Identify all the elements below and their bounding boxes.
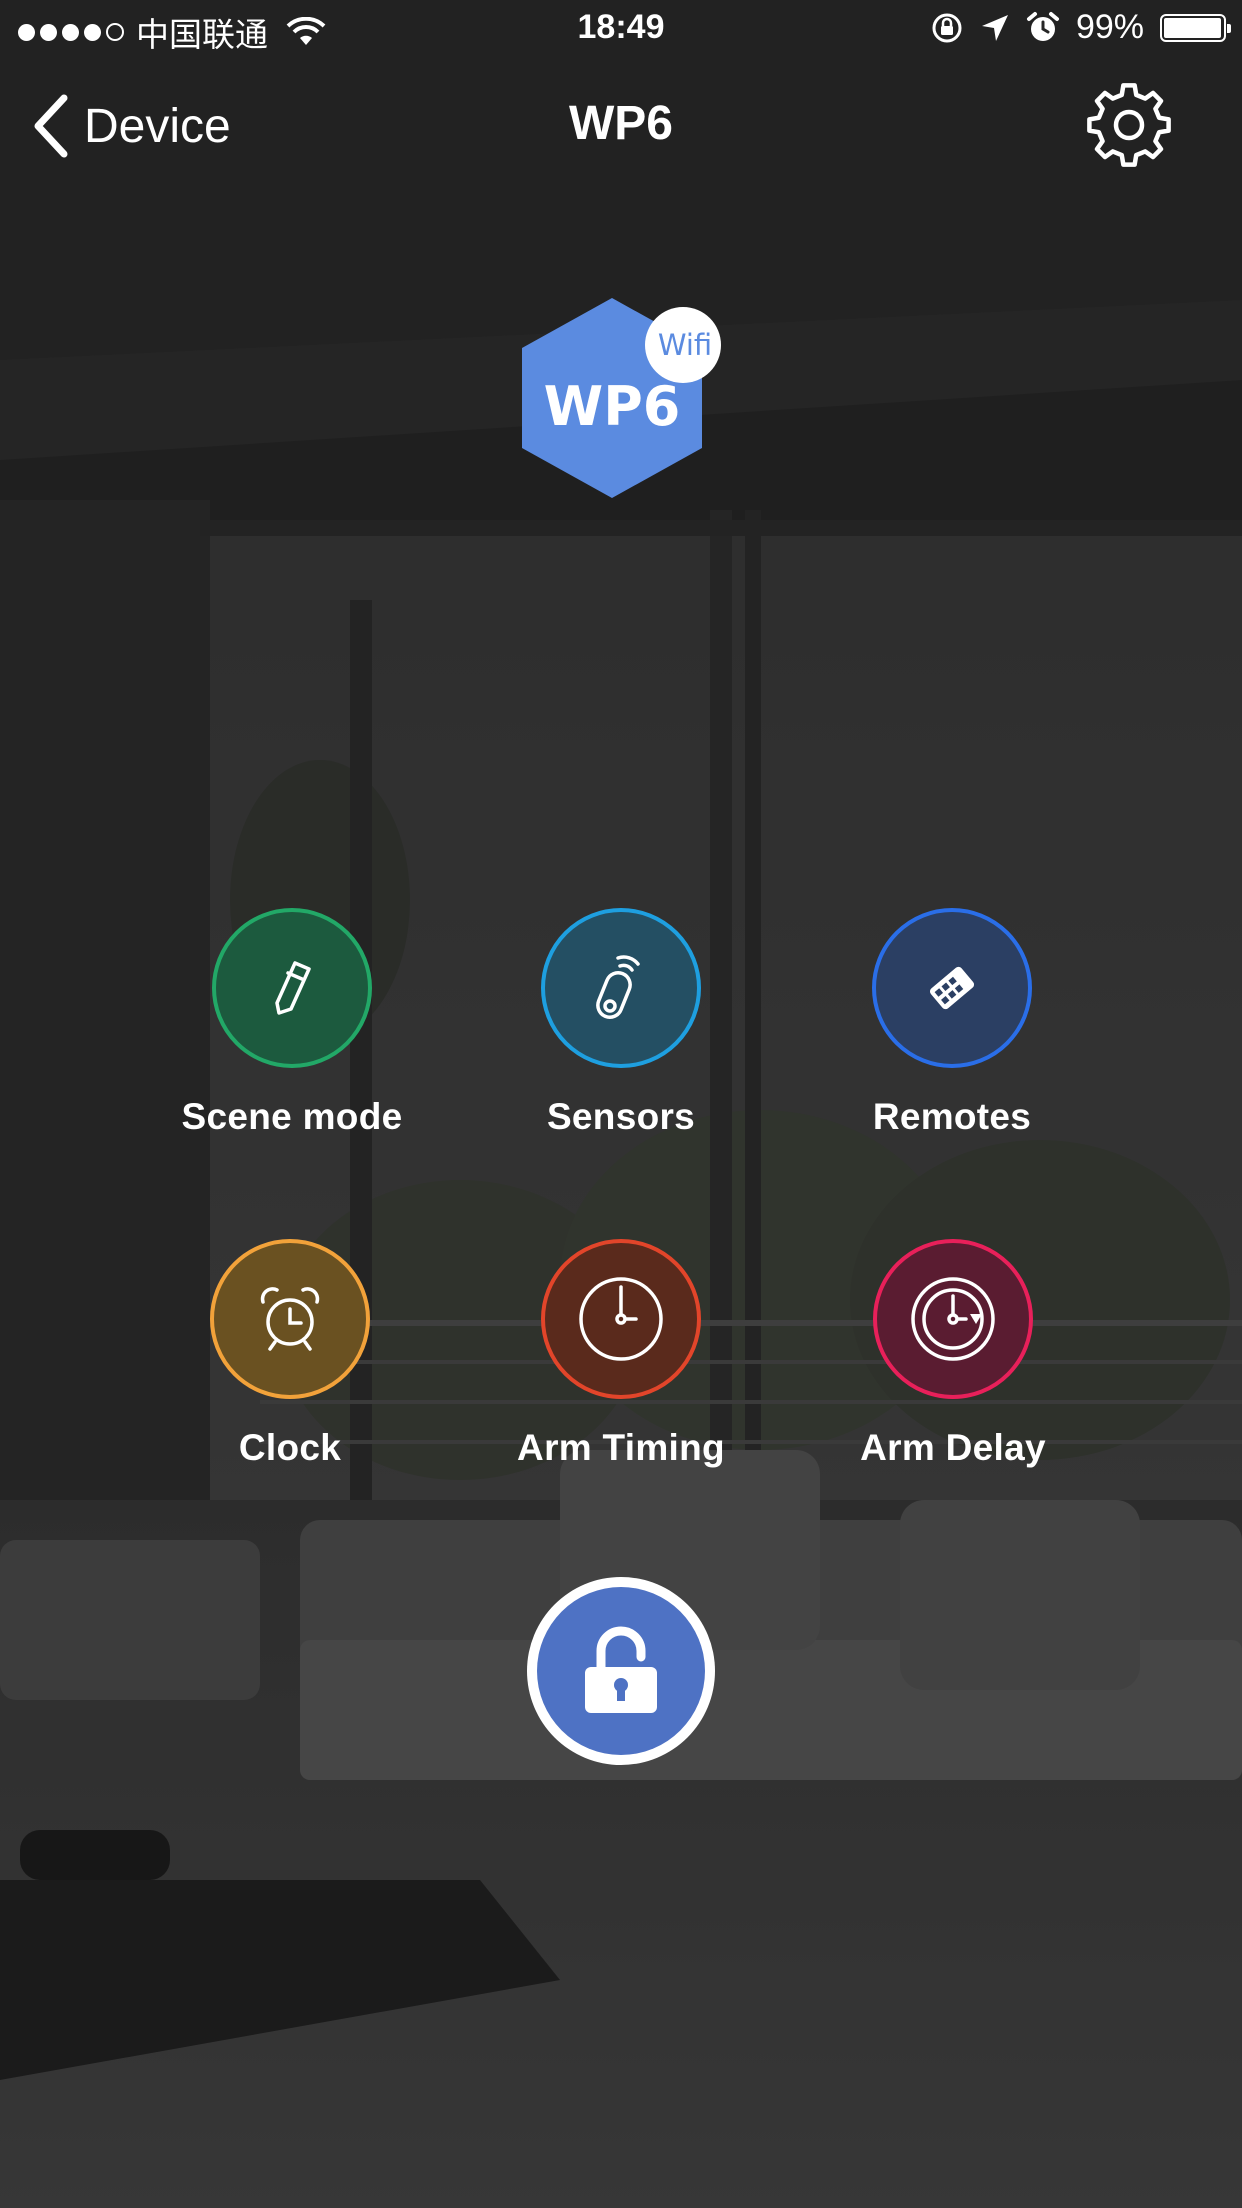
device-logo-name: WP6 [544, 375, 681, 438]
sensors-button[interactable]: Sensors [471, 908, 771, 1138]
remotes-label: Remotes [872, 1096, 1032, 1137]
battery-level-fill [1164, 17, 1222, 38]
arm-delay-button[interactable]: Arm Delay [803, 1239, 1103, 1469]
location-arrow-icon [981, 14, 1008, 41]
sensors-label: Sensors [546, 1096, 696, 1137]
orientation-lock-icon [932, 13, 962, 42]
sensor-icon [596, 955, 640, 1019]
arm-disarm-button[interactable] [527, 1577, 715, 1765]
sensors-circle [541, 908, 701, 1068]
clock-label: Clock [238, 1427, 342, 1468]
wifi-badge-label: Wifi [658, 328, 712, 362]
arm-timing-button[interactable]: Arm Timing [471, 1239, 771, 1469]
scene-mode-button[interactable]: Scene mode [142, 908, 442, 1138]
remotes-circle [872, 908, 1032, 1068]
scene-mode-circle [212, 908, 372, 1068]
arm-delay-circle [873, 1239, 1033, 1399]
gear-icon [1087, 83, 1171, 167]
battery-icon [1160, 13, 1231, 42]
arm-disarm-button-face [537, 1587, 705, 1755]
remotes-button[interactable]: Remotes [802, 908, 1102, 1138]
page-title: WP6 [568, 97, 673, 150]
clock-icon [579, 1277, 663, 1361]
alarm-clock-icon [260, 1287, 320, 1351]
settings-button[interactable] [1082, 78, 1176, 172]
status-bar-right: 99% [930, 8, 1231, 47]
clock-circle [210, 1239, 370, 1399]
clock-button[interactable]: Clock [140, 1239, 440, 1469]
unlocked-padlock-icon [585, 1626, 657, 1713]
pencil-icon [275, 961, 311, 1015]
arm-delay-label: Arm Delay [860, 1427, 1046, 1468]
battery-percent: 99% [1075, 8, 1144, 46]
status-bar: 中国联通 18:49 99% [0, 0, 1242, 60]
device-logo: WP6 Wifi [522, 298, 721, 498]
clock-delay-icon [911, 1277, 995, 1361]
scene-mode-label: Scene mode [181, 1096, 403, 1137]
arm-timing-label: Arm Timing [517, 1427, 725, 1468]
arm-timing-circle [541, 1239, 701, 1399]
remote-icon [929, 966, 975, 1010]
alarm-icon [1026, 11, 1059, 41]
